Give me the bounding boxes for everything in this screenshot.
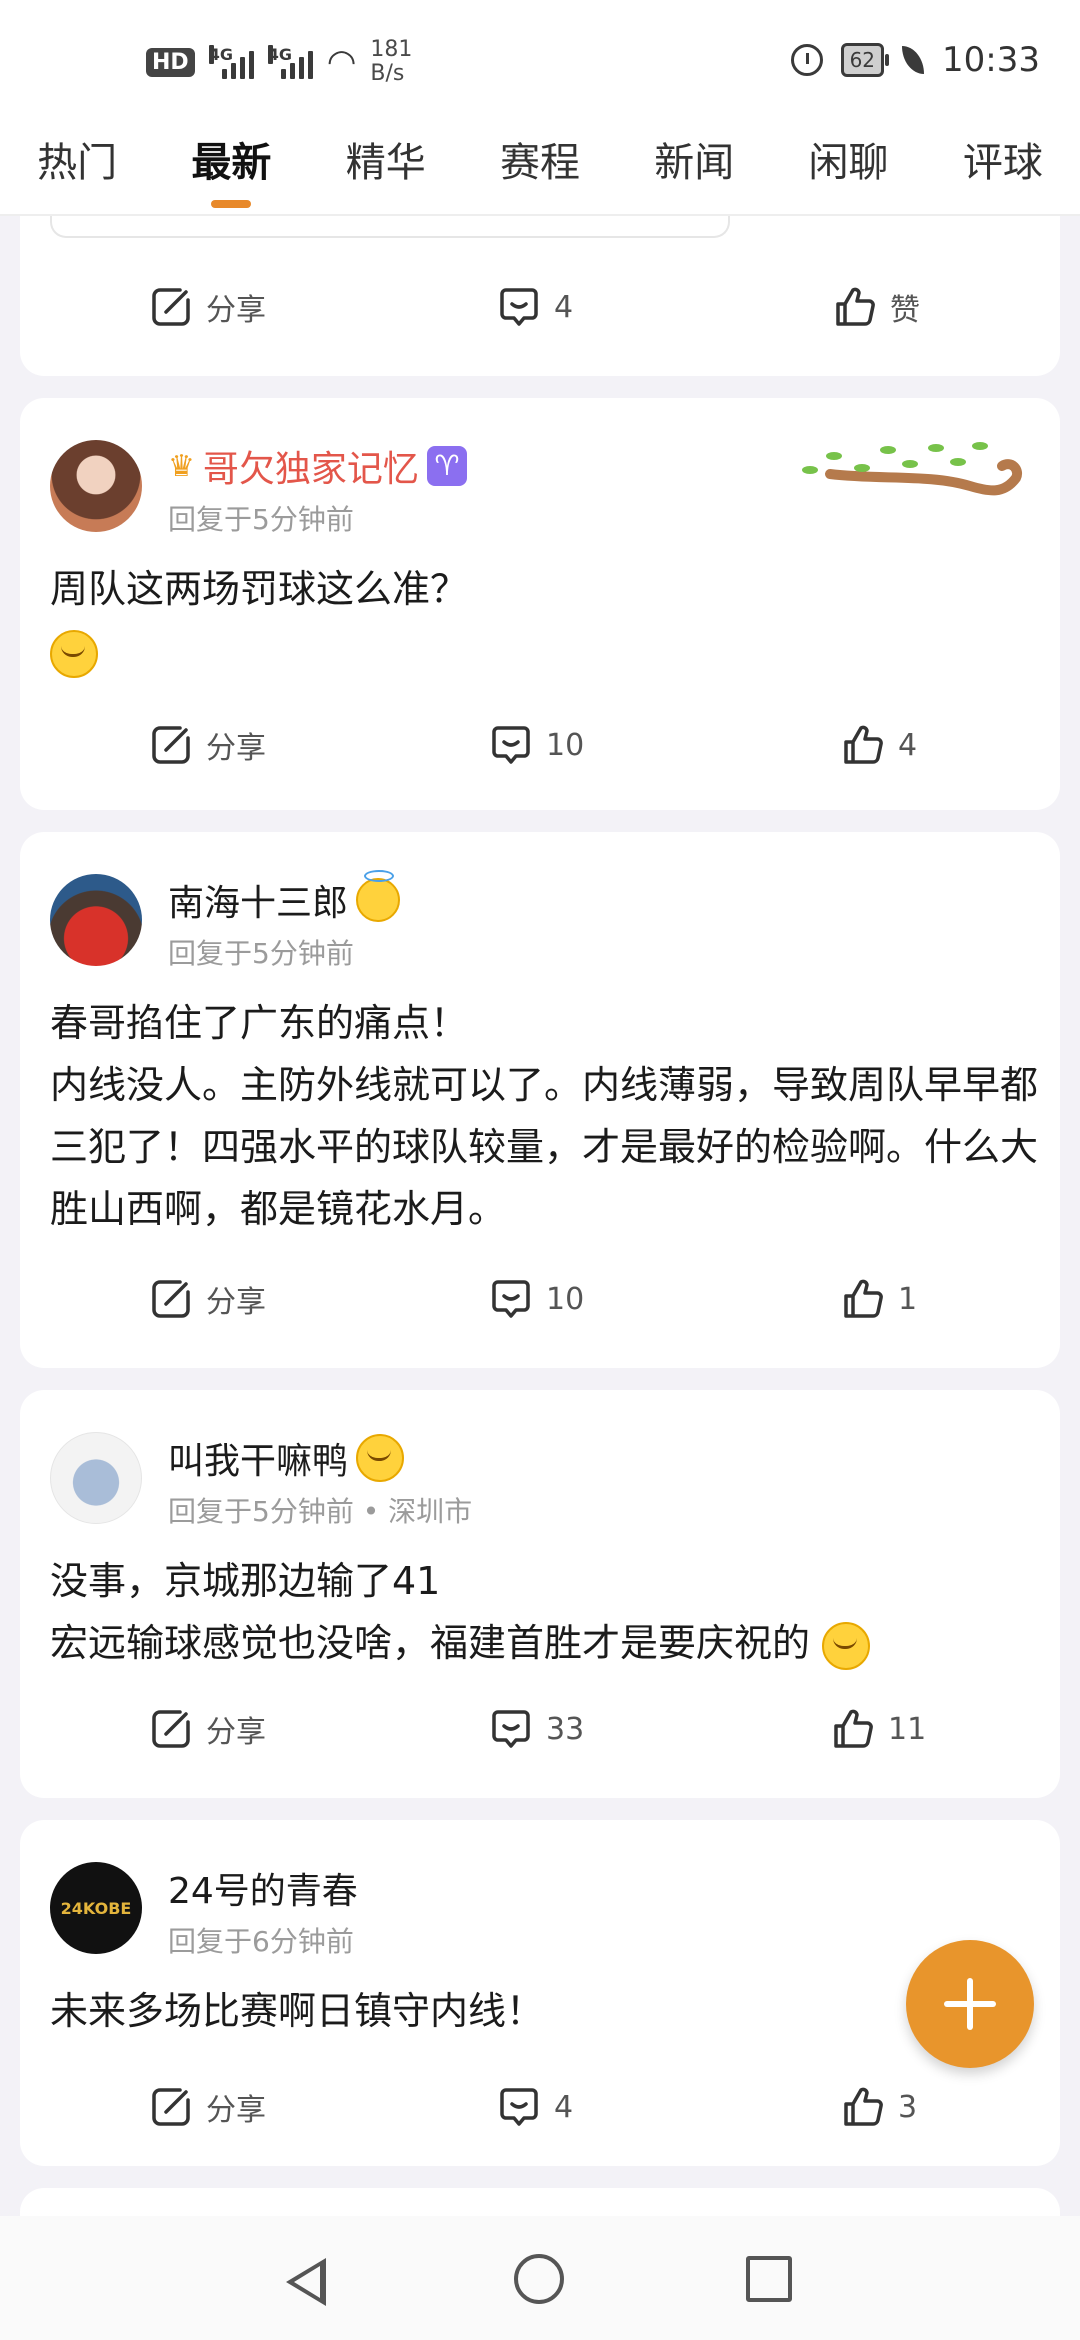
post-meta: 回复于6分钟前 (168, 1925, 354, 1958)
tab-hot[interactable]: 热门 (0, 130, 154, 214)
comment-icon (500, 288, 538, 326)
signal-2-icon: 4G (267, 45, 313, 79)
recent-apps-icon[interactable] (746, 2256, 792, 2302)
tab-bar: 热门 最新 精华 赛程 新闻 闲聊 评球 (0, 130, 1080, 214)
aries-badge-icon: ♈ (426, 446, 467, 486)
post-meta: 回复于5分钟前 (168, 937, 354, 970)
username[interactable]: 24号的青春 (168, 1862, 358, 1914)
share-icon (152, 288, 190, 326)
signal-1-icon: 4G (208, 45, 254, 79)
tab-latest[interactable]: 最新 (154, 130, 308, 214)
battery-indicator: 62 (840, 43, 890, 77)
smile-emoji-icon (50, 629, 98, 678)
avatar[interactable]: 24KOBE (50, 1862, 142, 1954)
content-line: 没事，京城那边输了41 (50, 1559, 441, 1603)
post-content: 未来多场比赛啊日镇守内线！ (50, 1980, 1040, 2042)
share-icon (152, 2088, 190, 2126)
like-button[interactable]: 1 (842, 1264, 917, 1334)
comment-button[interactable]: 4 (498, 2072, 573, 2142)
share-button[interactable]: 分享 (150, 710, 266, 780)
like-button[interactable]: 3 (842, 2072, 917, 2142)
thumbs-up-icon (844, 725, 883, 764)
new-post-button[interactable] (906, 1940, 1034, 2068)
network-speed: 181 B/s (370, 37, 413, 86)
post-meta: 回复于5分钟前 (168, 503, 354, 536)
comment-icon (500, 2088, 538, 2126)
share-button[interactable]: 分享 (150, 2072, 266, 2142)
halo-emoji-icon (356, 870, 401, 922)
avatar-logo: 24KOBE (60, 1898, 132, 1918)
clock: 10:33 (942, 40, 1040, 80)
comment-icon (492, 726, 530, 764)
hd-badge: HD (146, 47, 195, 77)
post-meta: 回复于5分钟前 • 深圳市 (168, 1495, 473, 1528)
post-content: 没事，京城那边输了41 宏远输球感觉也没啥，福建首胜才是要庆祝的 (50, 1550, 1040, 1674)
content-line: 宏远输球感觉也没啥，福建首胜才是要庆祝的 (50, 1621, 811, 1665)
tab-review[interactable]: 评球 (926, 130, 1080, 214)
post-actions: 分享 33 11 (20, 1694, 1060, 1764)
system-nav-bar (0, 2216, 1080, 2340)
share-button[interactable]: 分享 (150, 1694, 266, 1764)
thumbs-up-icon (836, 287, 875, 326)
crown-icon: ♛ (168, 448, 195, 484)
power-saving-icon (902, 46, 925, 74)
smile-emoji-icon (822, 1621, 871, 1670)
comment-button[interactable]: 4 (498, 272, 573, 342)
comment-icon (492, 1710, 530, 1748)
comment-button[interactable]: 10 (490, 710, 584, 780)
comment-button[interactable]: 10 (490, 1264, 584, 1334)
wifi-icon: ◠ (326, 42, 357, 82)
content-line: 未来多场比赛啊日镇守内线！ (50, 1989, 545, 2033)
tab-chat[interactable]: 闲聊 (771, 130, 925, 214)
post-card: 叫我干嘛鸭 回复于5分钟前 • 深圳市 没事，京城那边输了41 宏远输球感觉也没… (20, 1390, 1060, 1798)
share-icon (152, 1710, 190, 1748)
back-icon[interactable] (286, 2258, 326, 2306)
username[interactable]: ♛ 哥欠独家记忆 ♈ (168, 440, 467, 492)
post-actions: 分享 4 赞 (20, 272, 1060, 342)
tab-news[interactable]: 新闻 (617, 130, 771, 214)
grin-emoji-icon (356, 1434, 405, 1482)
avatar[interactable] (50, 440, 142, 532)
status-bar: HD 4G 4G ◠ 181 B/s 62 10:33 (0, 0, 1080, 130)
avatar[interactable] (50, 1432, 142, 1524)
content-line: 春哥掐住了广东的痛点！ (50, 1001, 469, 1045)
status-right: 62 10:33 (790, 40, 1040, 80)
tab-schedule[interactable]: 赛程 (463, 130, 617, 214)
tree-branch-decoration (802, 442, 1022, 496)
thumbs-up-icon (834, 1709, 873, 1748)
post-card: ♛ 哥欠独家记忆 ♈ 回复于5分钟前 周队这两场罚球这么准？ 分享 10 4 (20, 398, 1060, 810)
thumbs-up-icon (844, 1279, 883, 1318)
username[interactable]: 叫我干嘛鸭 (168, 1432, 405, 1484)
post-content: 周队这两场罚球这么准？ (50, 558, 1040, 682)
content-line: 周队这两场罚球这么准？ (50, 567, 469, 611)
tab-featured[interactable]: 精华 (309, 130, 463, 214)
post-card: 24KOBE 24号的青春 回复于6分钟前 未来多场比赛啊日镇守内线！ 分享 4… (20, 1820, 1060, 2166)
content-line: 内线没人。主防外线就可以了。内线薄弱，导致周队早早都三犯了！四强水平的球队较量，… (50, 1063, 1039, 1231)
share-icon (152, 726, 190, 764)
avatar[interactable] (50, 874, 142, 966)
thumbs-up-icon (844, 2087, 883, 2126)
alarm-icon (790, 44, 823, 76)
like-button[interactable]: 11 (832, 1694, 926, 1764)
post-actions: 分享 10 1 (20, 1264, 1060, 1334)
post-actions: 分享 10 4 (20, 710, 1060, 780)
share-button[interactable]: 分享 (150, 1264, 266, 1334)
share-button[interactable]: 分享 (150, 272, 266, 342)
status-left: HD 4G 4G ◠ 181 B/s (146, 38, 412, 86)
post-card: 南海十三郎 回复于5分钟前 春哥掐住了广东的痛点！ 内线没人。主防外线就可以了。… (20, 832, 1060, 1368)
post-content: 春哥掐住了广东的痛点！ 内线没人。主防外线就可以了。内线薄弱，导致周队早早都三犯… (50, 992, 1040, 1240)
share-icon (152, 1280, 190, 1318)
comment-icon (492, 1280, 530, 1318)
home-icon[interactable] (514, 2254, 564, 2304)
username[interactable]: 南海十三郎 (168, 870, 401, 926)
post-actions: 分享 4 3 (20, 2072, 1060, 2142)
like-button[interactable]: 4 (842, 710, 917, 780)
like-button[interactable]: 赞 (834, 272, 920, 342)
comment-button[interactable]: 33 (490, 1694, 584, 1764)
